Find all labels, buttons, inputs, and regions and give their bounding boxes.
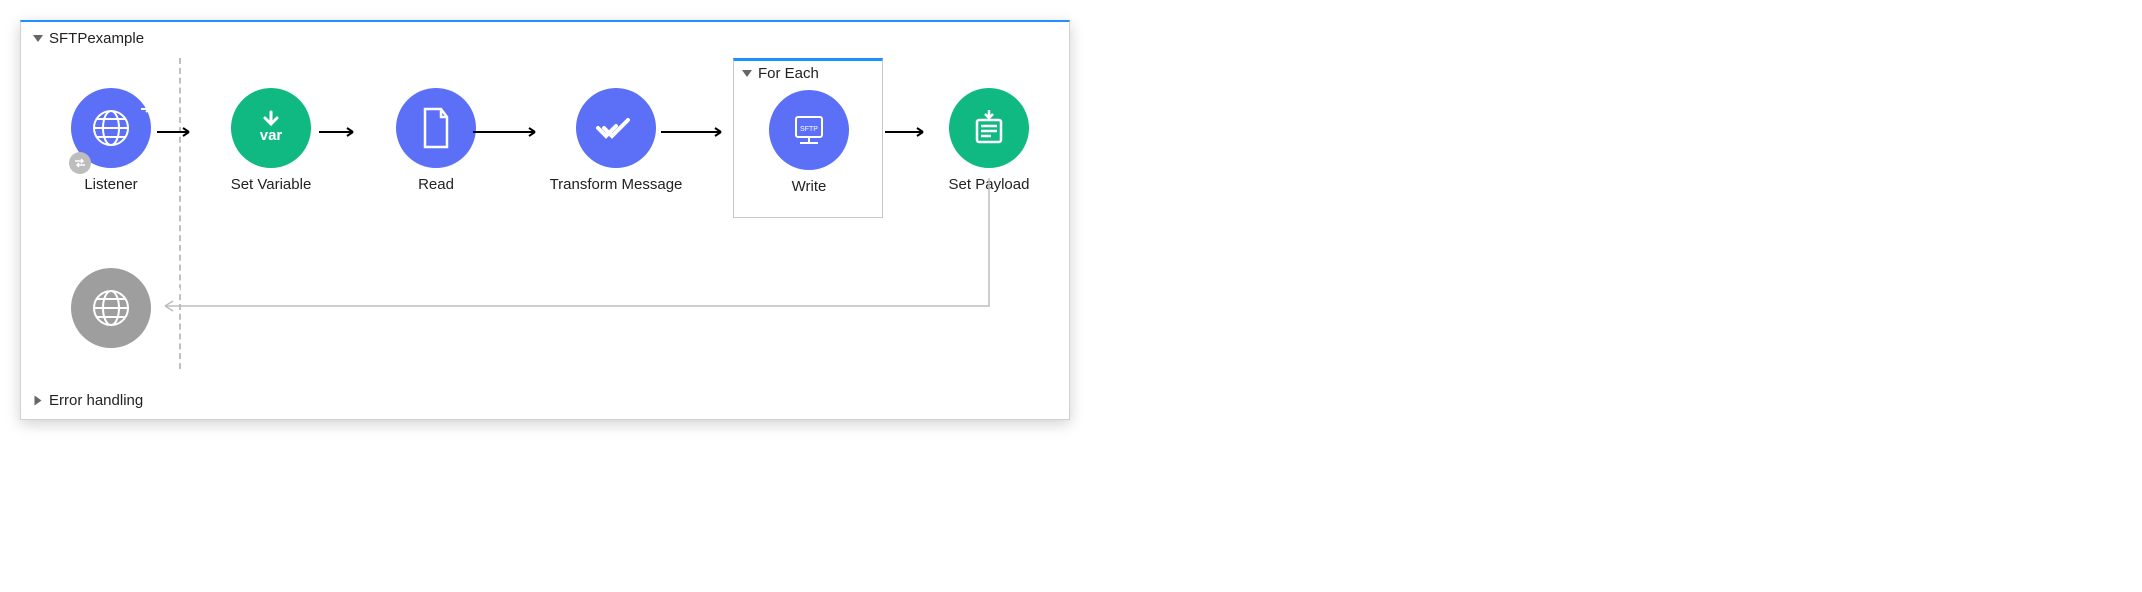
arrow xyxy=(319,124,361,140)
flow-title: SFTPexample xyxy=(49,30,144,47)
flow-canvas: SFTPexample xyxy=(20,20,1070,420)
file-icon xyxy=(396,88,476,168)
svg-text:var: var xyxy=(260,127,283,144)
return-arrow xyxy=(151,178,1001,318)
set-payload-icon xyxy=(949,88,1029,168)
scope-title: For Each xyxy=(758,65,819,82)
error-handling-label: Error handling xyxy=(49,392,143,409)
http-listener-icon xyxy=(71,88,151,168)
chevron-down-icon xyxy=(742,70,752,77)
sftp-write-icon: SFTP xyxy=(769,90,849,170)
flow-area: Listener var Set Variable xyxy=(41,58,1049,369)
http-response-icon xyxy=(71,268,151,348)
error-handling-header[interactable]: Error handling xyxy=(33,392,143,409)
arrow xyxy=(157,124,197,140)
arrow xyxy=(473,124,543,140)
chevron-down-icon xyxy=(33,35,43,42)
flow-header[interactable]: SFTPexample xyxy=(33,30,144,47)
chevron-right-icon xyxy=(35,396,42,406)
svg-text:SFTP: SFTP xyxy=(800,126,818,133)
set-variable-icon: var xyxy=(231,88,311,168)
arrow xyxy=(661,124,729,140)
scope-header: For Each xyxy=(734,61,882,82)
transform-icon xyxy=(576,88,656,168)
exchange-badge-icon xyxy=(69,152,91,174)
